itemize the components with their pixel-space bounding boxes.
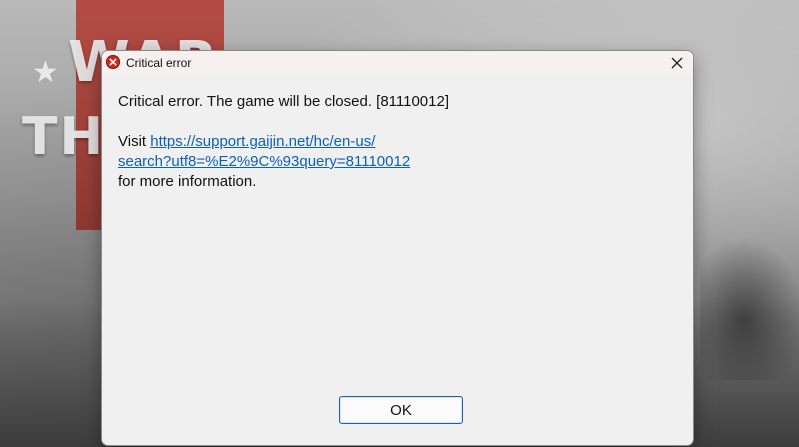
background-tank bbox=[700, 230, 799, 380]
help-text: Visit https://support.gaijin.net/hc/en-u… bbox=[118, 132, 538, 192]
help-suffix: for more information. bbox=[118, 173, 257, 190]
critical-error-dialog: Critical error Critical error. The game … bbox=[101, 50, 694, 446]
support-link[interactable]: https://support.gaijin.net/hc/en-us/sear… bbox=[118, 133, 410, 170]
visit-prefix: Visit bbox=[118, 133, 151, 150]
close-icon bbox=[671, 57, 683, 69]
error-message: Critical error. The game will be closed.… bbox=[118, 93, 450, 110]
dialog-titlebar: Critical error bbox=[102, 51, 693, 75]
star-icon: ★ bbox=[32, 56, 59, 89]
dialog-title: Critical error bbox=[126, 56, 192, 70]
support-link-line1: https://support.gaijin.net/hc/en-us/ bbox=[150, 133, 376, 150]
ok-button[interactable]: OK bbox=[339, 396, 463, 424]
support-link-line2: search?utf8=%E2%9C%93query=81110012 bbox=[118, 153, 411, 170]
close-button[interactable] bbox=[661, 51, 693, 75]
error-icon bbox=[106, 55, 120, 69]
